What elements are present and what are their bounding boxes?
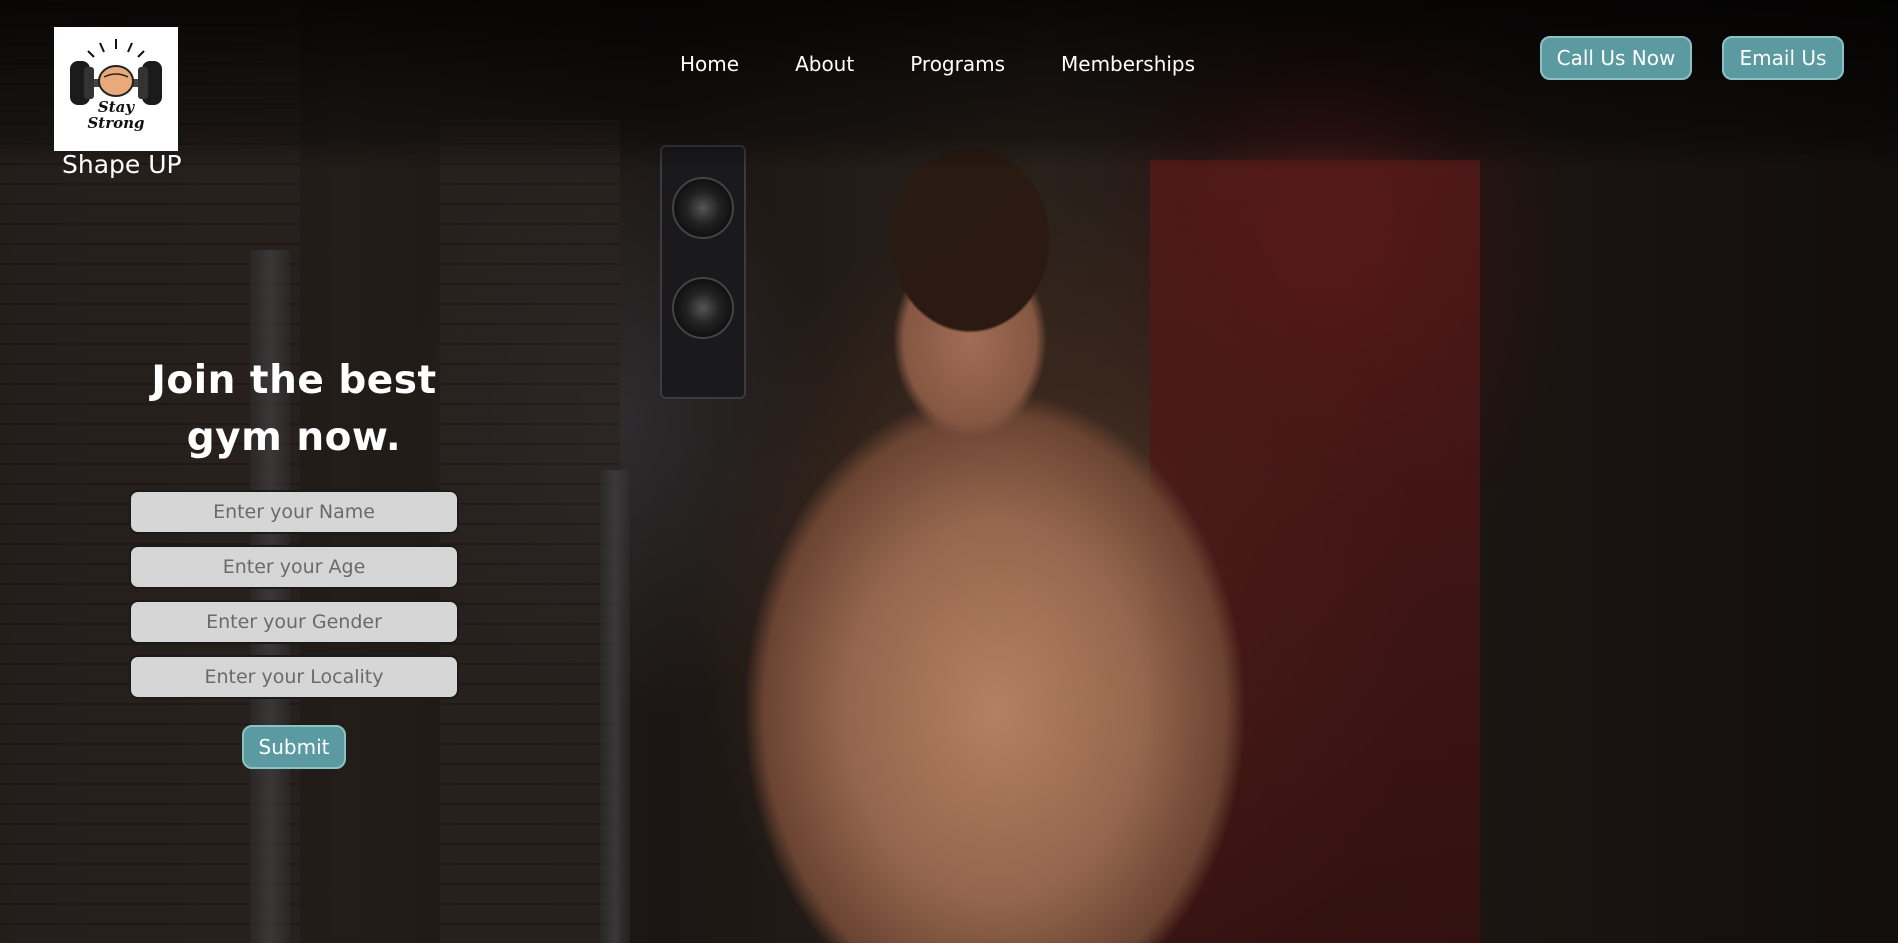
page-root: Stay Strong Shape UP Home About Programs… <box>0 0 1898 943</box>
gender-input[interactable] <box>129 600 459 644</box>
gym-rack-post <box>600 470 630 943</box>
call-us-button[interactable]: Call Us Now <box>1540 36 1692 80</box>
age-input[interactable] <box>129 545 459 589</box>
nav-home[interactable]: Home <box>680 52 739 76</box>
logo-text-stay: Stay <box>97 98 135 116</box>
brick-column <box>440 120 620 943</box>
speaker-icon <box>660 145 746 399</box>
logo-text-strong: Strong <box>87 114 145 132</box>
signup-headline: Join the best gym now. <box>151 358 437 460</box>
nav-memberships[interactable]: Memberships <box>1061 52 1195 76</box>
header-shade <box>0 0 1898 170</box>
name-input[interactable] <box>129 490 459 534</box>
locality-input[interactable] <box>129 655 459 699</box>
nav-programs[interactable]: Programs <box>910 52 1005 76</box>
nav-about[interactable]: About <box>795 52 854 76</box>
athlete-image <box>735 90 1495 943</box>
main-nav: Home About Programs Memberships <box>680 52 1251 76</box>
email-us-button[interactable]: Email Us <box>1722 36 1844 80</box>
logo[interactable]: Stay Strong <box>54 27 178 151</box>
brand-name: Shape UP <box>62 150 182 179</box>
submit-button[interactable]: Submit <box>242 725 346 769</box>
